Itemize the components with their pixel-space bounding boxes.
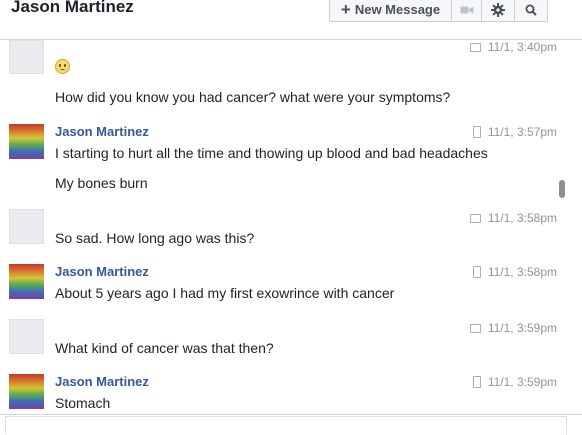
conversation-title[interactable]: Jason Martinez [11, 0, 134, 17]
message-text: So sad. How long ago was this? [55, 230, 255, 246]
settings-button[interactable] [481, 0, 514, 21]
timestamp: 11/1, 3:58pm [487, 211, 557, 225]
video-icon [460, 6, 473, 13]
message-meta: 11/1, 3:58pm [472, 265, 557, 279]
phone-icon [472, 266, 481, 278]
video-call-button[interactable] [451, 0, 481, 21]
avatar[interactable] [9, 124, 44, 159]
timestamp: 11/1, 3:58pm [487, 265, 557, 279]
message-text: Stomach [55, 395, 111, 411]
message-input[interactable] [5, 416, 567, 434]
message-text: About 5 years ago I had my first exowrin… [55, 285, 395, 301]
sender-name[interactable]: Jason Martinez [55, 124, 149, 139]
gear-icon [491, 2, 505, 17]
avatar[interactable] [9, 264, 44, 299]
message-text: My bones burn [55, 175, 148, 191]
conversation-header: Jason Martinez + New Message [0, 0, 582, 40]
message-text: How did you know you had cancer? what we… [55, 89, 451, 105]
message-text: I starting to hurt all the time and thow… [55, 145, 488, 161]
chat-icon [469, 323, 481, 333]
chat-icon [469, 213, 481, 223]
sender-name[interactable]: Jason Martinez [55, 264, 149, 279]
message-meta: 11/1, 3:59pm [472, 375, 557, 389]
message-meta: 11/1, 3:59pm [469, 321, 557, 335]
message-meta: 11/1, 3:40pm [469, 40, 557, 54]
phone-icon [472, 376, 481, 388]
phone-icon [472, 126, 481, 138]
avatar[interactable] [9, 209, 44, 244]
header-toolbar: + New Message [329, 0, 548, 22]
message-meta: 11/1, 3:57pm [472, 125, 557, 139]
avatar[interactable] [9, 40, 44, 74]
message-meta: 11/1, 3:58pm [469, 211, 557, 225]
avatar[interactable] [9, 319, 44, 354]
timestamp: 11/1, 3:40pm [487, 40, 557, 54]
plus-icon: + [340, 0, 351, 19]
worried-face-icon [55, 59, 70, 74]
search-button[interactable] [514, 0, 547, 21]
timestamp: 11/1, 3:59pm [487, 321, 557, 335]
message-thread: 11/1, 3:40pm How did you know you had ca… [0, 40, 582, 414]
timestamp: 11/1, 3:57pm [487, 125, 557, 139]
new-message-button[interactable]: + New Message [330, 0, 451, 21]
chat-icon [469, 42, 481, 52]
scrollbar-track[interactable] [558, 40, 568, 414]
sender-name[interactable]: Jason Martinez [55, 374, 149, 389]
new-message-label: New Message [354, 2, 441, 17]
avatar[interactable] [9, 374, 44, 409]
message-text: What kind of cancer was that then? [55, 340, 274, 356]
timestamp: 11/1, 3:59pm [487, 375, 557, 389]
search-icon [525, 4, 537, 16]
scrollbar-thumb[interactable] [559, 180, 565, 198]
